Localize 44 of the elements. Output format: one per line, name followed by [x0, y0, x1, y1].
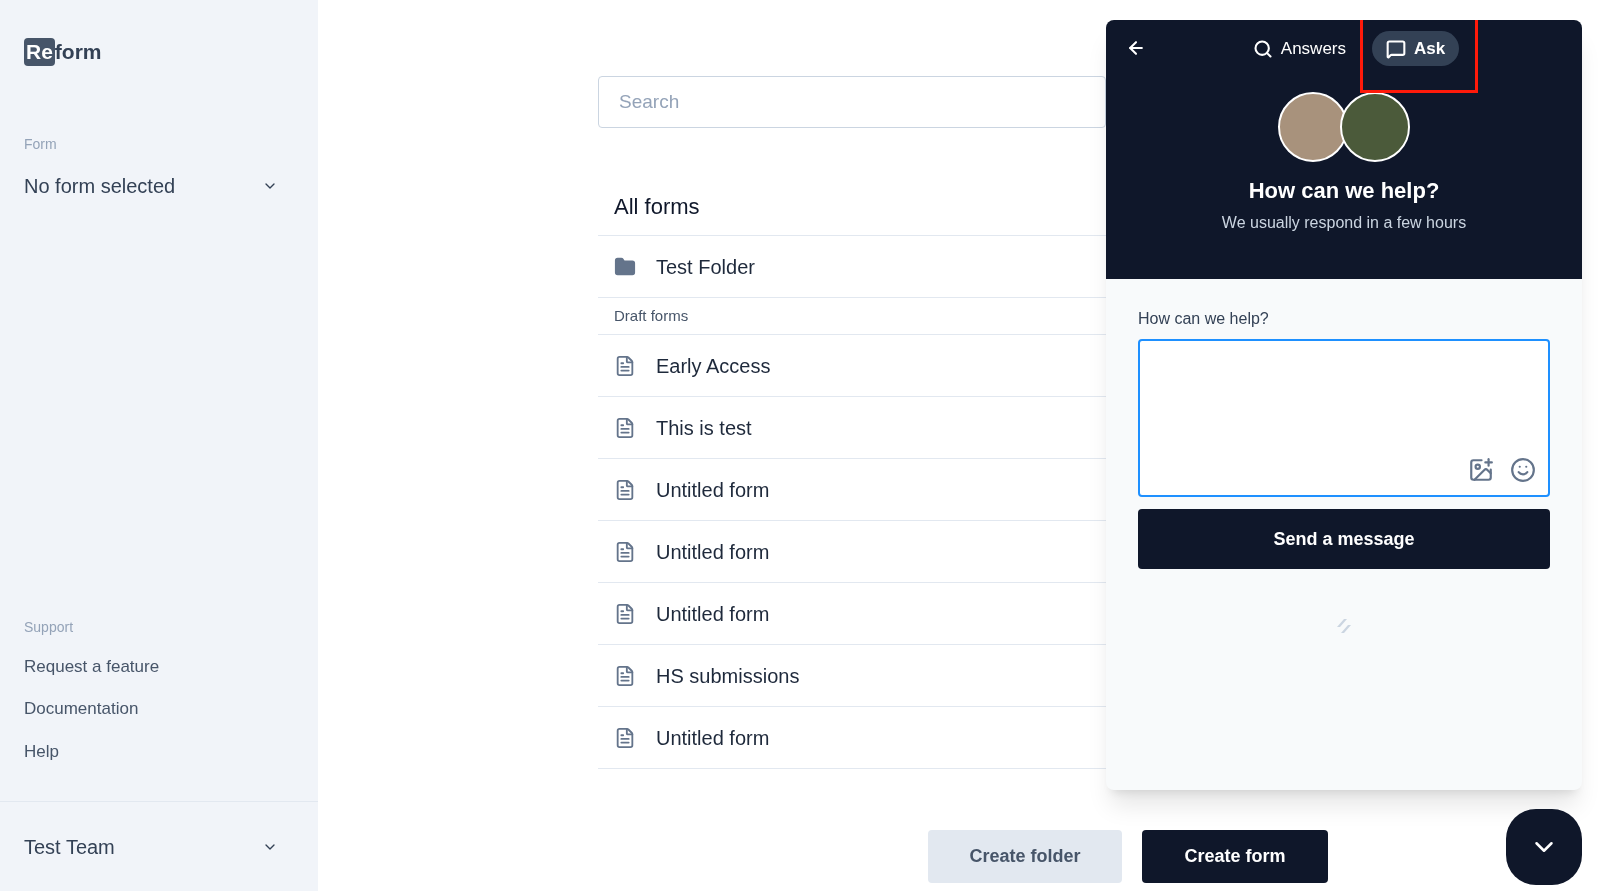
form-select[interactable]: No form selected — [24, 170, 294, 201]
team-select[interactable]: Test Team — [24, 831, 294, 862]
document-icon — [614, 354, 636, 377]
slash-logo-icon — [1335, 617, 1353, 635]
chat-subtitle: We usually respond in a few hours — [1221, 213, 1467, 233]
search-icon — [1252, 38, 1273, 59]
document-icon — [614, 478, 636, 501]
chat-tab[interactable]: Answers — [1238, 31, 1360, 66]
folder-icon — [614, 255, 636, 278]
form-row[interactable]: Untitled form — [598, 520, 1106, 582]
support-link[interactable]: Request a feature — [24, 653, 294, 679]
create-form-button[interactable]: Create form — [1142, 830, 1328, 883]
form-row[interactable]: Untitled form — [598, 458, 1106, 520]
field-label: How can we help? — [1138, 309, 1270, 329]
chat-tab[interactable]: Ask — [1372, 31, 1460, 66]
document-icon — [614, 540, 636, 563]
form-row[interactable]: Untitled form — [598, 706, 1106, 768]
collapse-chat-button[interactable] — [1506, 809, 1582, 885]
logo-mark: Re — [24, 37, 55, 66]
search-field[interactable]: Search — [598, 76, 1106, 128]
logo-wordmark: form — [54, 39, 102, 65]
form-row[interactable]: Untitled form — [598, 582, 1106, 644]
document-icon — [614, 602, 636, 625]
form-row[interactable]: This is test — [598, 396, 1106, 458]
document-icon — [614, 416, 636, 439]
section-label: Draft forms — [598, 297, 1106, 334]
smiley-icon[interactable] — [1510, 457, 1536, 483]
document-icon — [614, 726, 636, 749]
create-folder-button[interactable]: Create folder — [928, 830, 1122, 883]
message-field[interactable] — [1138, 339, 1550, 497]
support-link[interactable]: Help — [24, 738, 294, 764]
back-button[interactable] — [1126, 38, 1146, 58]
form-row[interactable]: Early Access — [598, 334, 1106, 396]
send-message-button[interactable]: Send a message — [1138, 509, 1550, 569]
form-row[interactable]: HS submissions — [598, 644, 1106, 706]
add-image-icon[interactable] — [1468, 457, 1494, 483]
section-label: Form — [24, 134, 58, 154]
section-label: Support — [24, 617, 75, 637]
document-icon — [614, 664, 636, 687]
list-heading: All forms — [613, 193, 701, 221]
speech-bubble-icon — [1386, 38, 1406, 59]
chat-title: How can we help? — [1248, 177, 1440, 205]
folder-row[interactable]: Test Folder — [598, 235, 1106, 297]
support-link[interactable]: Documentation — [24, 696, 294, 722]
